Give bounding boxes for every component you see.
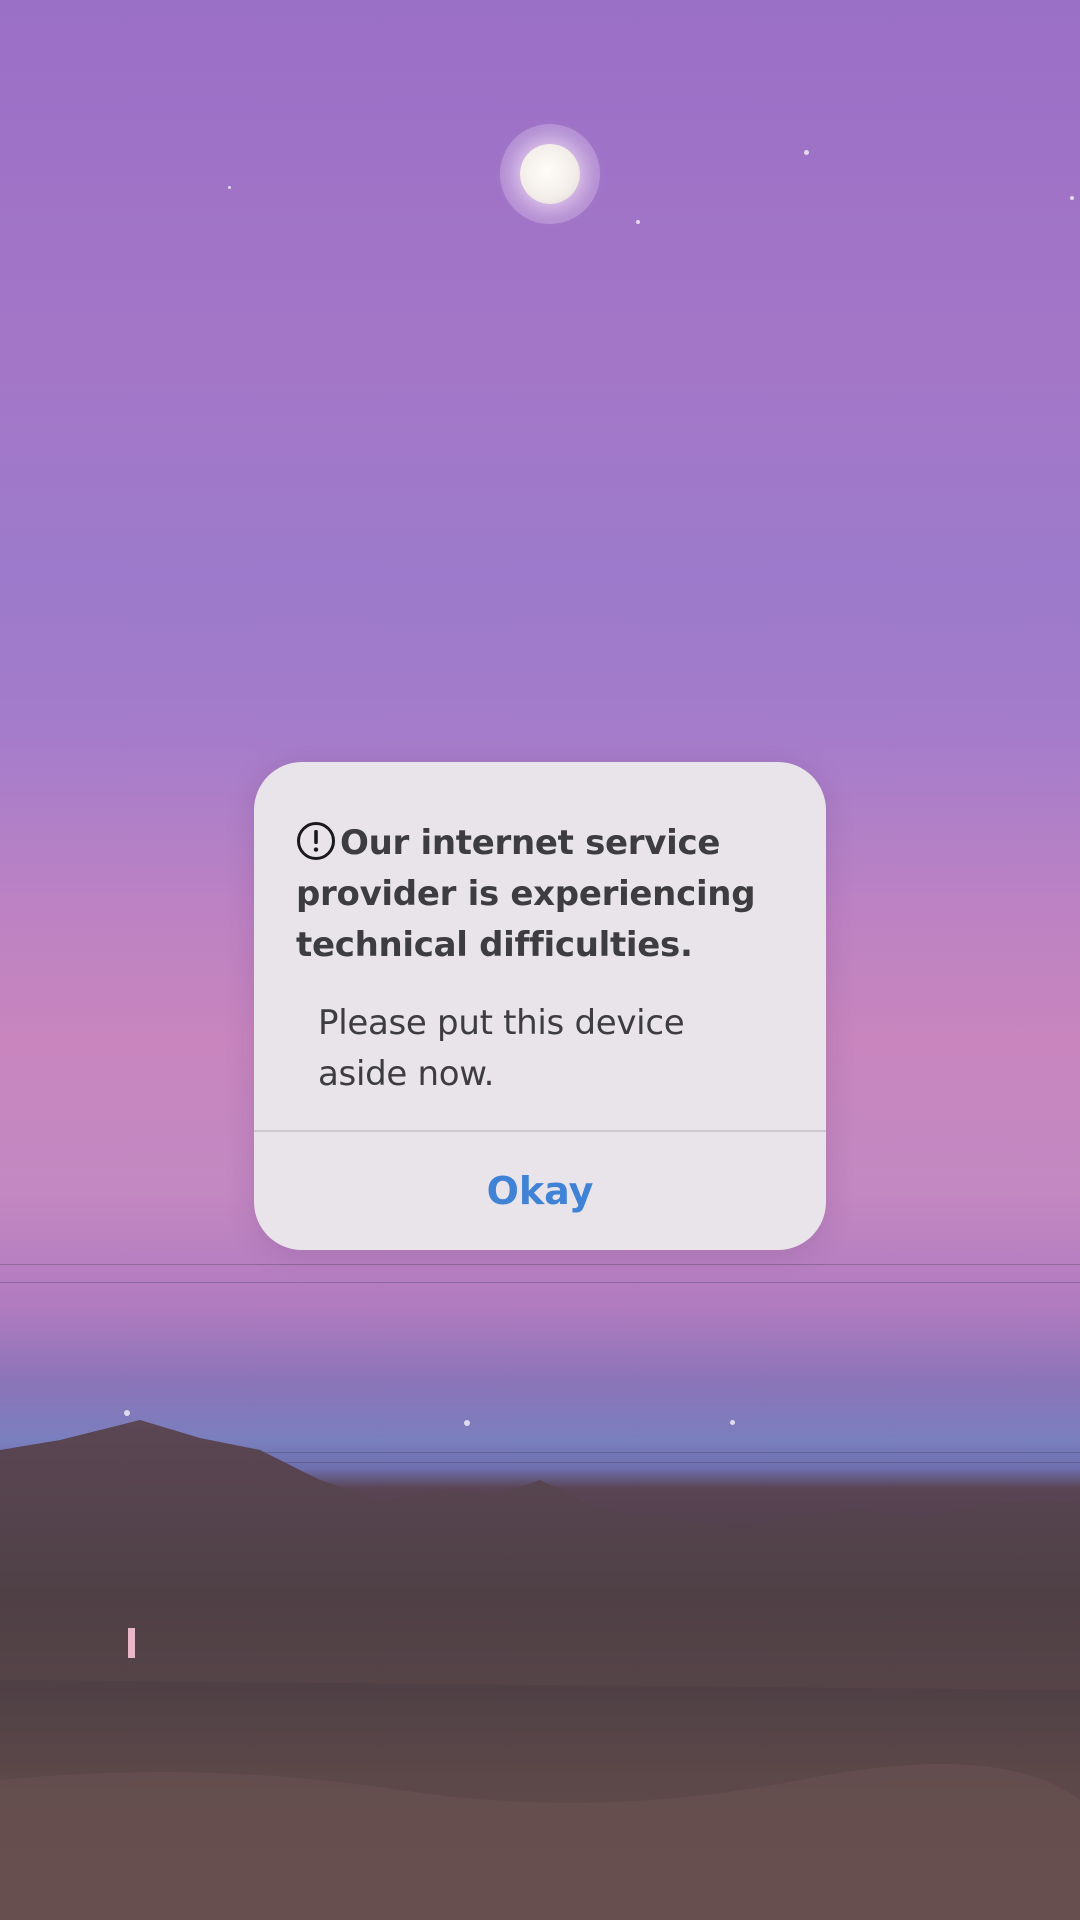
star bbox=[228, 186, 231, 189]
star bbox=[636, 220, 640, 224]
dialog-title: Our internet service provider is experie… bbox=[296, 818, 796, 971]
moon-icon bbox=[520, 144, 580, 204]
star bbox=[124, 1410, 130, 1416]
star bbox=[804, 150, 809, 155]
star bbox=[1070, 196, 1074, 200]
alert-dialog: Our internet service provider is experie… bbox=[254, 762, 826, 1250]
dialog-title-text: Our internet service provider is experie… bbox=[296, 823, 756, 965]
power-line bbox=[0, 1282, 1080, 1283]
exclamation-circle-icon bbox=[296, 821, 336, 861]
okay-button[interactable]: Okay bbox=[254, 1132, 826, 1250]
dialog-message: Please put this device aside now. bbox=[318, 1003, 685, 1094]
mountain-silhouette bbox=[0, 1420, 1080, 1920]
power-line bbox=[0, 1264, 1080, 1265]
